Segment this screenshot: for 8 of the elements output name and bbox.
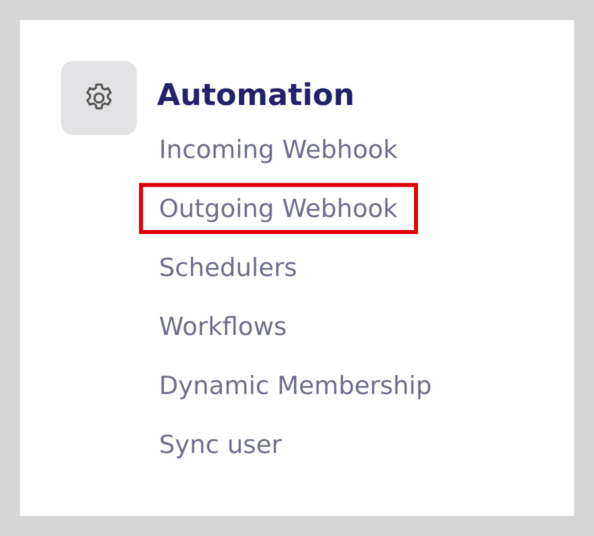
menu-link[interactable]: Dynamic Membership [139,360,452,411]
menu-link[interactable]: Schedulers [139,242,318,293]
menu-link[interactable]: Outgoing Webhook [139,183,418,234]
section-title: Automation [157,77,355,115]
menu-link[interactable]: Incoming Webhook [139,124,418,175]
menu-link[interactable]: Sync user [139,419,302,470]
gear-icon [61,61,137,135]
menu-link[interactable]: Workflows [139,301,307,352]
